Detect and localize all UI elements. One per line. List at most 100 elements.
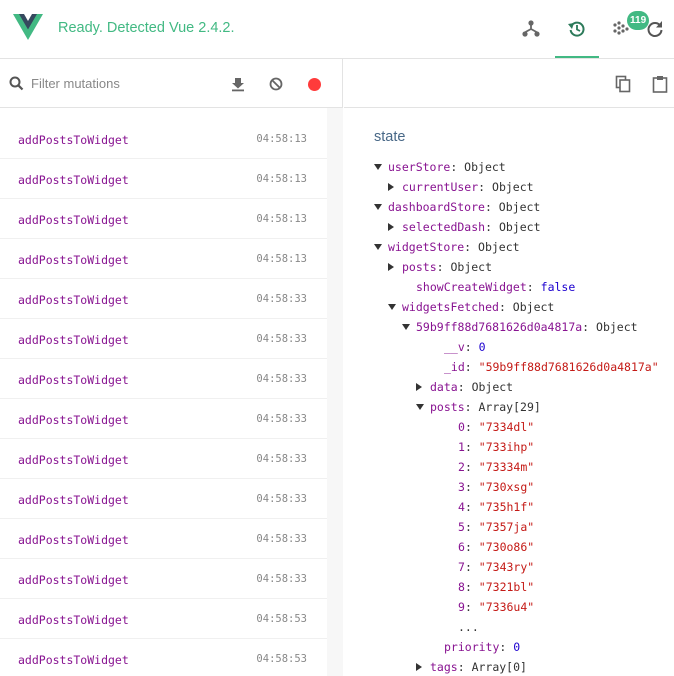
key-separator: : <box>450 160 465 174</box>
state-tree-node[interactable]: data: Object <box>344 377 674 397</box>
key-separator: : <box>464 500 479 514</box>
collapsed-arrow-icon[interactable] <box>388 183 394 191</box>
state-value: Object <box>471 380 514 394</box>
collapsed-arrow-icon[interactable] <box>388 263 394 271</box>
state-key: 1 <box>458 440 465 454</box>
component-tree-icon <box>522 20 540 37</box>
state-tree-node: priority: 0 <box>344 637 674 657</box>
state-key: showCreateWidget <box>416 280 527 294</box>
state-tree-node[interactable]: 59b9ff88d7681626d0a4817a: Object <box>344 317 674 337</box>
mutation-row[interactable]: addPostsToWidget 04:58:13 <box>0 239 327 279</box>
clipboard-icon <box>652 76 668 93</box>
state-tree-text: 8: "7321bl" <box>458 577 534 597</box>
state-tree-node: 8: "7321bl" <box>344 577 674 597</box>
key-separator: : <box>484 200 499 214</box>
mutation-list-scrollbar[interactable] <box>327 108 343 676</box>
state-tree-node[interactable]: userStore: Object <box>344 157 674 177</box>
state-tree-text: 59b9ff88d7681626d0a4817a: Object <box>416 317 638 337</box>
state-value: Array[0] <box>471 660 527 674</box>
mutations-toolbar <box>0 59 343 108</box>
mutation-row[interactable]: addPostsToWidget 04:58:53 <box>0 599 327 639</box>
state-tree-node[interactable]: posts: Object <box>344 257 674 277</box>
state-tree-node[interactable]: widgetsFetched: Object <box>344 297 674 317</box>
block-icon <box>269 77 283 91</box>
components-tab[interactable] <box>509 0 553 58</box>
mutation-row[interactable]: addPostsToWidget 04:58:33 <box>0 479 327 519</box>
mutation-row[interactable]: addPostsToWidget 04:58:33 <box>0 519 327 559</box>
mutation-row[interactable]: addPostsToWidget 04:58:33 <box>0 359 327 399</box>
state-tree-text: __v: 0 <box>444 337 486 357</box>
mutation-name: addPostsToWidget <box>18 333 129 347</box>
state-tree: userStore: Object currentUser: Object dash… <box>344 157 674 676</box>
state-value: false <box>540 280 576 294</box>
mutation-name: addPostsToWidget <box>18 573 129 587</box>
mutation-row[interactable]: addPostsToWidget 04:58:53 <box>0 639 327 676</box>
refresh-button[interactable] <box>645 0 674 58</box>
record-toggle-button[interactable] <box>302 72 326 96</box>
vuex-tab[interactable] <box>555 0 599 58</box>
state-tree-text: 3: "730xsg" <box>458 477 534 497</box>
state-value: Object <box>498 200 541 214</box>
expanded-arrow-icon[interactable] <box>402 324 410 330</box>
state-key: 3 <box>458 480 465 494</box>
state-tree-node[interactable]: widgetStore: Object <box>344 237 674 257</box>
state-tree-node[interactable]: posts: Array[29] <box>344 397 674 417</box>
mutation-row[interactable]: addPostsToWidget 04:58:33 <box>0 279 327 319</box>
collapsed-arrow-icon[interactable] <box>416 663 422 671</box>
state-tree-node[interactable]: selectedDash: Object <box>344 217 674 237</box>
mutation-row[interactable]: addPostsToWidget 04:58:13 <box>0 199 327 239</box>
state-tree-node: ... <box>344 617 674 637</box>
state-value: 0 <box>478 340 486 354</box>
state-key: 2 <box>458 460 465 474</box>
state-tree-text: posts: Object <box>402 257 492 277</box>
expanded-arrow-icon[interactable] <box>388 304 396 310</box>
state-tree-node: 7: "7343ry" <box>344 557 674 577</box>
mutation-row[interactable]: addPostsToWidget 04:58:13 <box>0 119 327 159</box>
revert-all-button[interactable] <box>264 72 288 96</box>
state-tree-node[interactable]: dashboardStore: Object <box>344 197 674 217</box>
state-tree-text: widgetStore: Object <box>388 237 520 257</box>
state-inspector-panel: state userStore: Object currentUser: Obje… <box>344 59 674 676</box>
state-key: dashboardStore <box>388 200 485 214</box>
key-separator: : <box>464 420 479 434</box>
state-section-title: state <box>374 129 406 145</box>
state-value: Object <box>478 240 520 254</box>
mutation-timestamp: 04:58:33 <box>256 573 307 585</box>
mutation-name: addPostsToWidget <box>18 253 129 267</box>
mutation-name: addPostsToWidget <box>18 453 129 467</box>
state-tree-text: currentUser: Object <box>402 177 534 197</box>
mutation-row[interactable]: addPostsToWidget 04:58:33 <box>0 439 327 479</box>
expanded-arrow-icon[interactable] <box>374 164 382 170</box>
mutation-timestamp: 04:58:13 <box>256 133 307 145</box>
state-tree-node[interactable]: tags: Array[0] <box>344 657 674 676</box>
state-tree-text: showCreateWidget: false <box>416 277 575 297</box>
filter-mutations-input[interactable] <box>31 73 211 93</box>
commit-all-button[interactable] <box>226 72 250 96</box>
state-key: 0 <box>458 420 465 434</box>
key-separator: : <box>436 260 451 274</box>
collapsed-arrow-icon[interactable] <box>416 383 422 391</box>
state-tree-text: data: Object <box>430 377 513 397</box>
key-separator: : <box>498 300 513 314</box>
mutation-row[interactable]: addPostsToWidget 04:58:33 <box>0 399 327 439</box>
key-separator: : <box>464 480 479 494</box>
mutation-row[interactable]: addPostsToWidget 04:58:33 <box>0 559 327 599</box>
copy-state-button[interactable] <box>611 72 635 96</box>
mutation-row[interactable]: addPostsToWidget 04:58:33 <box>0 319 327 359</box>
state-tree-node[interactable]: currentUser: Object <box>344 177 674 197</box>
state-tree-text: tags: Array[0] <box>430 657 527 676</box>
mutation-row[interactable]: addPostsToWidget 04:58:13 <box>0 159 327 199</box>
key-separator: : <box>464 440 479 454</box>
mutation-name: addPostsToWidget <box>18 133 129 147</box>
mutation-timestamp: 04:58:33 <box>256 293 307 305</box>
expanded-arrow-icon[interactable] <box>416 404 424 410</box>
state-key: posts <box>402 260 437 274</box>
state-tree-text: _id: "59b9ff88d7681626d0a4817a" <box>444 357 659 377</box>
expanded-arrow-icon[interactable] <box>374 244 382 250</box>
state-tree-text: 9: "7336u4" <box>458 597 534 617</box>
paste-state-button[interactable] <box>648 72 672 96</box>
state-value: Object <box>492 180 534 194</box>
collapsed-arrow-icon[interactable] <box>388 223 394 231</box>
mutation-name: addPostsToWidget <box>18 373 129 387</box>
expanded-arrow-icon[interactable] <box>374 204 382 210</box>
